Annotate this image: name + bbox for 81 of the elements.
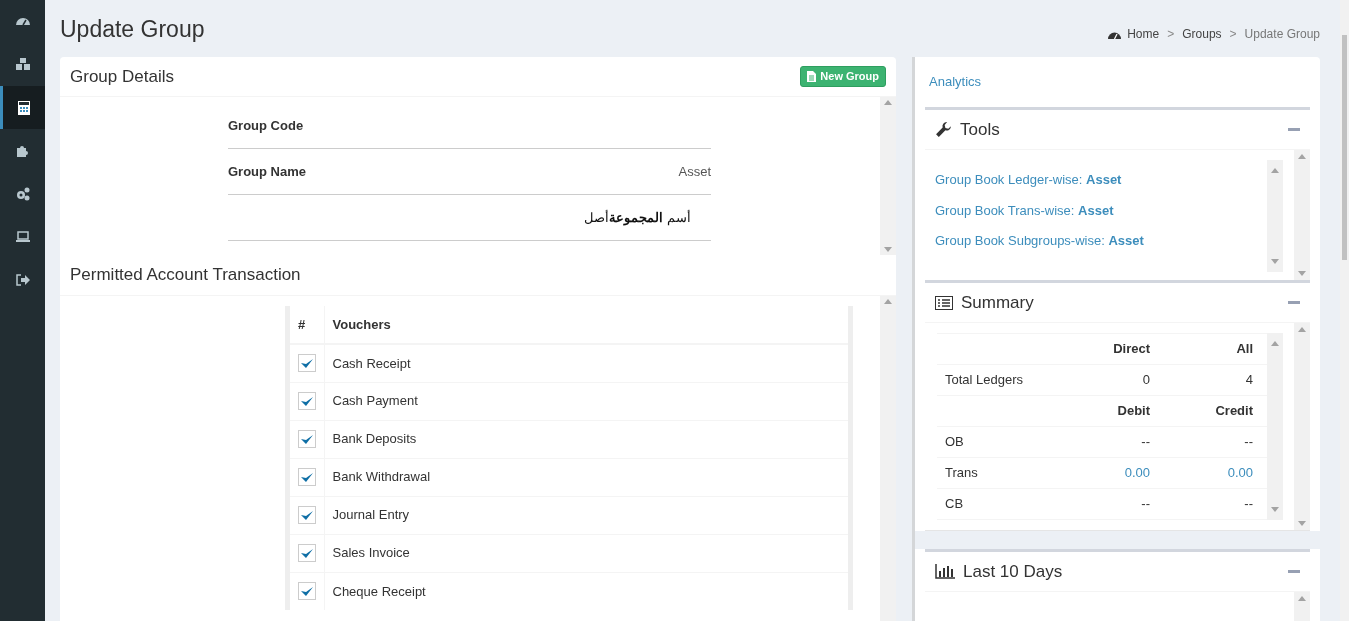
column-header: Direct (1113, 341, 1151, 357)
voucher-name: Sales Invoice (332, 545, 410, 561)
table-cell: -- (1141, 434, 1151, 450)
checkmark-icon (300, 433, 314, 445)
row-label: CB (945, 496, 964, 512)
group-book-link[interactable]: Group Book Subgroups-wise: Asset (935, 231, 1267, 251)
voucher-name: Bank Deposits (332, 431, 417, 447)
checkbox[interactable] (298, 392, 316, 410)
field-value: Asset (678, 162, 711, 181)
breadcrumb-link[interactable]: Home (1108, 24, 1160, 43)
scroll-down-icon[interactable] (884, 247, 892, 252)
bar-chart-icon (935, 564, 955, 579)
checkmark-icon (300, 471, 314, 483)
scroll-down-icon[interactable] (1271, 507, 1279, 512)
scroll-down-icon[interactable] (1298, 271, 1306, 276)
breadcrumb-current: Update Group (1244, 25, 1320, 43)
card-title: Permitted Account Transaction (70, 264, 301, 287)
group-book-link[interactable]: Group Book Ledger-wise: Asset (935, 170, 1267, 190)
table-cell: -- (1244, 434, 1253, 450)
checkbox[interactable] (298, 468, 316, 486)
scroll-up-icon[interactable] (1298, 327, 1306, 332)
scroll-down-icon[interactable] (1298, 521, 1306, 526)
scroll-up-icon[interactable] (884, 299, 892, 304)
row-label: OB (945, 434, 964, 450)
voucher-name: Cash Receipt (332, 355, 411, 371)
column-header: Credit (1215, 403, 1253, 419)
checkmark-icon (300, 395, 314, 407)
table-cell: -- (1141, 496, 1151, 512)
scroll-up-icon[interactable] (1271, 341, 1279, 346)
gears-icon (14, 185, 31, 202)
sign-out-icon (14, 271, 31, 288)
card-title: Group Details (70, 65, 174, 88)
separator: > (1167, 25, 1175, 43)
box-title: Tools (960, 118, 1000, 141)
calculator-icon (16, 99, 32, 116)
checkmark-icon (300, 357, 314, 369)
column-header: # (290, 306, 324, 344)
group-book-link[interactable]: Group Book Trans-wise: Asset (935, 200, 1267, 220)
column-header: Vouchers (324, 306, 848, 344)
amount-link[interactable]: 0.00 (1124, 465, 1151, 481)
row-label: Trans (945, 465, 978, 481)
list-icon (935, 295, 953, 310)
separator: > (1229, 25, 1237, 43)
scroll-down-icon[interactable] (1271, 259, 1279, 264)
page-title: Update Group (60, 15, 205, 45)
field-label: Group Code (228, 116, 304, 135)
column-header: All (1236, 341, 1253, 357)
scroll-up-icon[interactable] (1271, 168, 1279, 173)
amount-link[interactable]: 0.00 (1227, 465, 1253, 481)
voucher-name: Journal Entry (332, 507, 410, 523)
box-title: Last 10 Days (963, 560, 1063, 583)
table-cell: 4 (1245, 372, 1253, 388)
column-header: Debit (1117, 403, 1151, 419)
checkbox[interactable] (298, 354, 316, 373)
row-label: Total Ledgers (945, 372, 1024, 388)
scroll-up-icon[interactable] (1298, 596, 1306, 601)
box-title: Summary (961, 291, 1034, 314)
cubes-icon (14, 56, 31, 73)
scroll-up-icon[interactable] (884, 100, 892, 105)
scroll-up-icon[interactable] (1298, 154, 1306, 159)
checkbox[interactable] (298, 430, 316, 448)
table-cell: -- (1244, 496, 1253, 512)
laptop-icon (14, 228, 31, 245)
checkbox[interactable] (298, 506, 316, 524)
table-cell: 0 (1142, 372, 1151, 388)
sidebar-item[interactable] (0, 86, 45, 129)
voucher-name: Cash Payment (332, 393, 418, 409)
checkbox[interactable] (298, 582, 316, 601)
checkbox[interactable] (298, 544, 316, 562)
checkmark-icon (300, 547, 314, 559)
voucher-name: Cheque Receipt (332, 583, 426, 599)
analytics-link[interactable]: Analytics (929, 72, 982, 92)
checkmark-icon (300, 585, 314, 597)
field-label: Group Name (228, 162, 306, 181)
field-value: أسم المجموعةأصل (584, 208, 692, 228)
breadcrumb-link[interactable]: Groups (1182, 24, 1222, 43)
document-icon (807, 71, 817, 82)
wrench-icon (935, 121, 952, 138)
voucher-name: Bank Withdrawal (332, 469, 431, 485)
new-group-button[interactable]: New Group (800, 66, 886, 87)
checkmark-icon (300, 509, 314, 521)
